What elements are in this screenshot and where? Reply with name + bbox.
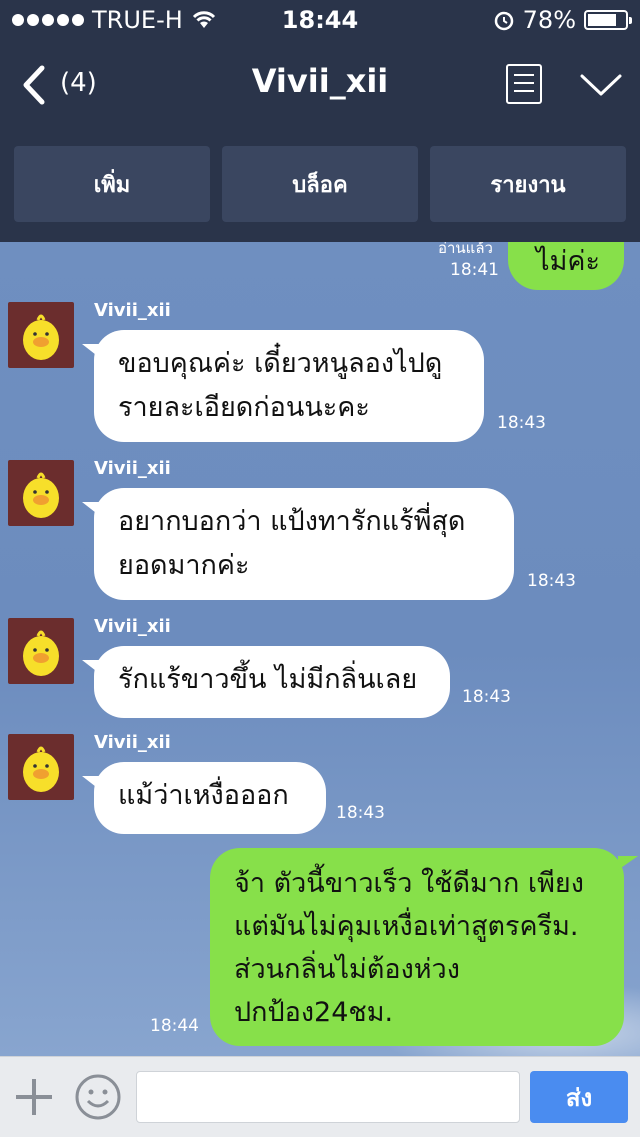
message-time: 18:43 <box>336 803 385 823</box>
duck-avatar-icon <box>23 472 59 518</box>
avatar[interactable] <box>8 302 74 368</box>
send-button[interactable]: ส่ง <box>530 1071 628 1123</box>
avatar[interactable] <box>8 618 74 684</box>
message-time: 18:43 <box>497 413 546 433</box>
message-time: 18:44 <box>150 1016 199 1036</box>
incoming-message: อยากบอกว่า แป้งทารักแร้พี่สุด ยอดมากค่ะ <box>82 488 514 600</box>
message-input[interactable] <box>136 1071 520 1123</box>
duck-avatar-icon <box>23 746 59 792</box>
outgoing-message: ไม่ค่ะ <box>508 242 624 290</box>
battery-icon <box>584 10 632 30</box>
block-button[interactable]: บล็อค <box>222 146 418 222</box>
add-friend-button[interactable]: เพิ่ม <box>14 146 210 222</box>
incoming-message: ขอบคุณค่ะ เดี๋ยวหนูลองไปดู รายละเอียดก่อ… <box>82 330 484 442</box>
emoji-icon[interactable] <box>74 1073 122 1121</box>
chat-header: (4) Vivii_xii <box>0 40 640 129</box>
message-time: 18:43 <box>462 687 511 707</box>
duck-avatar-icon <box>23 314 59 360</box>
read-receipt: อ่านแล้ว <box>438 242 493 257</box>
battery-percent: 78% <box>522 6 576 34</box>
composer-bar: ส่ง <box>0 1056 640 1137</box>
chat-title: Vivii_xii <box>251 62 389 100</box>
incoming-message: รักแร้ขาวขึ้น ไม่มีกลิ่นเลย <box>82 646 450 718</box>
plus-icon[interactable] <box>14 1077 54 1117</box>
notes-icon[interactable] <box>506 64 542 104</box>
sender-name: Vivii_xii <box>94 458 171 479</box>
status-bar: TRUE-H 18:44 78% <box>0 0 640 40</box>
message-time: 18:43 <box>527 571 576 591</box>
avatar[interactable] <box>8 734 74 800</box>
duck-avatar-icon <box>23 630 59 676</box>
action-bar: เพิ่ม บล็อค รายงาน <box>0 128 640 242</box>
incoming-message: แม้ว่าเหงื่อออก <box>82 762 326 834</box>
sender-name: Vivii_xii <box>94 616 171 637</box>
sender-name: Vivii_xii <box>94 300 171 321</box>
outgoing-message: จ้า ตัวนี้ขาวเร็ว ใช้ดีมาก เพียง แต่มันไ… <box>210 848 638 1046</box>
alarm-icon <box>494 11 513 31</box>
message-time: 18:41 <box>450 260 499 280</box>
report-button[interactable]: รายงาน <box>430 146 626 222</box>
chevron-down-icon[interactable] <box>578 64 624 104</box>
message-list[interactable]: อ่านแล้ว 18:41 ไม่ค่ะ Vivii_xii ขอบคุณค่… <box>0 242 640 1056</box>
sender-name: Vivii_xii <box>94 732 171 753</box>
avatar[interactable] <box>8 460 74 526</box>
